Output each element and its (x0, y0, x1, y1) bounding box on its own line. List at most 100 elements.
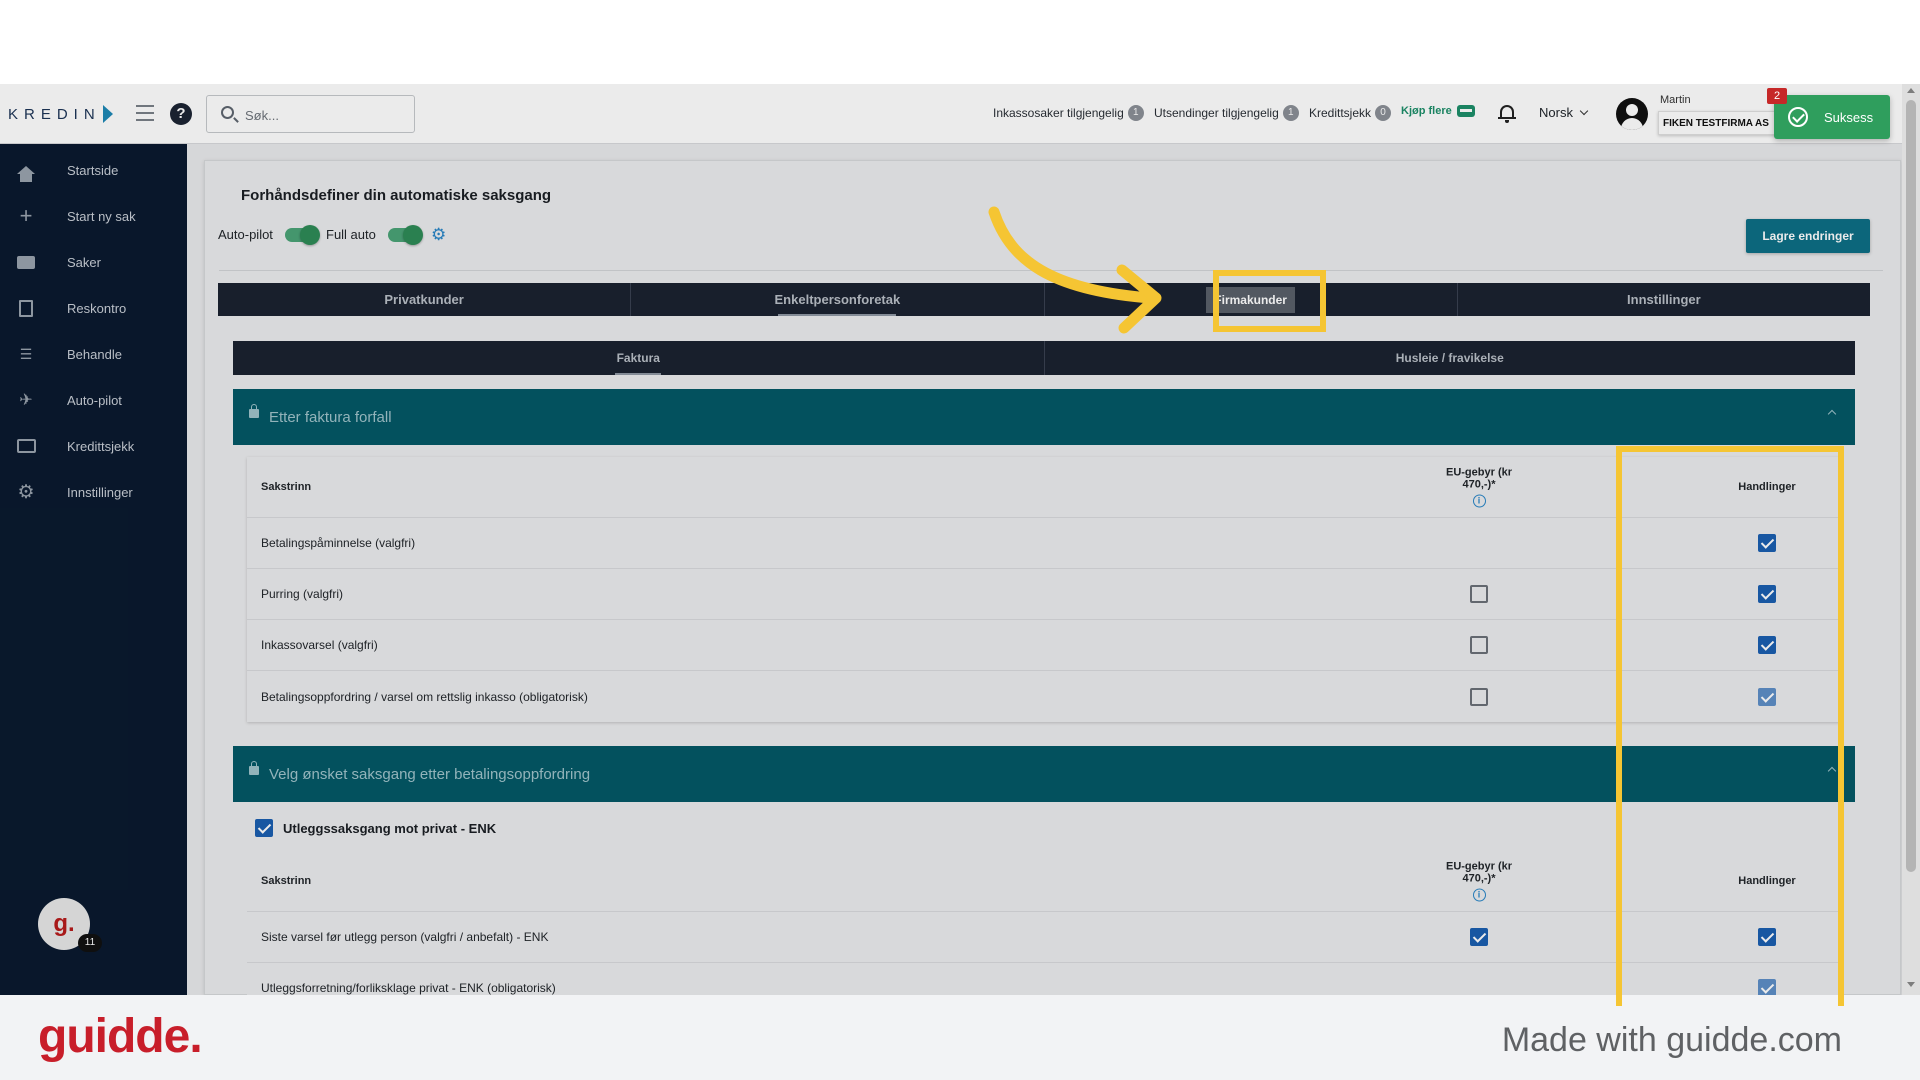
notification-bell-icon[interactable] (1498, 103, 1516, 123)
user-avatar-icon[interactable] (1616, 98, 1648, 130)
utlegg-enk-checkbox[interactable] (255, 819, 273, 837)
eu-fee-checkbox[interactable] (1470, 585, 1488, 603)
stat-mailings: Utsendinger tilgjengelig 1 (1154, 105, 1299, 121)
sidebar-item-kredittsjekk[interactable]: Kredittsjekk (0, 426, 187, 466)
table-header: Sakstrinn EU-gebyr (kr 470,-)* i Handling… (247, 457, 1841, 518)
stat-collection-cases: Inkassosaker tilgjengelig 1 (993, 105, 1144, 121)
lock-icon (249, 404, 259, 418)
scroll-thumb[interactable] (1906, 100, 1916, 872)
autopilot-toggle[interactable] (285, 225, 320, 245)
pointer-arrow-icon (988, 206, 1162, 334)
help-icon[interactable]: ? (170, 103, 192, 125)
stat-count: 0 (1375, 105, 1392, 121)
table-row: Inkassovarsel (valgfri) (247, 620, 1841, 671)
subtab-label: Husleie / fravikelse (1395, 351, 1504, 365)
language-select[interactable]: Norsk (1539, 105, 1589, 120)
section-etter-faktura-forfall[interactable]: Etter faktura forfall (233, 389, 1855, 445)
tab-label: Privatkunder (384, 292, 464, 307)
id-card-icon (16, 436, 36, 456)
tab-label: Innstillinger (1627, 292, 1701, 307)
logo-chevron-icon (102, 105, 113, 123)
fullauto-toggle[interactable] (388, 225, 423, 245)
subtab-label: Faktura (616, 351, 660, 365)
table-header: Sakstrinn EU-gebyr (kr 470,-)* i Handling… (247, 851, 1841, 912)
eu-fee-checkbox[interactable] (1470, 636, 1488, 654)
sidebar-item-startside[interactable]: Startside (0, 150, 187, 190)
step-name: Betalingspåminnelse (valgfri) (261, 536, 416, 550)
sidebar-item-saker[interactable]: Saker (0, 242, 187, 282)
briefcase-icon (16, 252, 36, 272)
tab-label: Enkeltpersonforetak (774, 292, 901, 307)
active-tab-underline (778, 314, 897, 316)
table-row: Betalingspåminnelse (valgfri) (247, 518, 1841, 569)
sidebar-item-auto-pilot[interactable]: ✈ Auto-pilot (0, 380, 187, 420)
sidebar-item-label: Innstillinger (67, 484, 133, 500)
page-title: Forhåndsdefiner din automatiske saksgang (241, 187, 552, 204)
sidebar-item-label: Start ny sak (67, 208, 136, 224)
table-row: Purring (valgfri) (247, 569, 1841, 620)
scroll-up-icon[interactable] (1907, 88, 1915, 93)
highlight-box-handlinger (1616, 446, 1844, 1006)
subtab-faktura[interactable]: Faktura (233, 341, 1045, 375)
sidebar-item-start-ny-sak[interactable]: + Start ny sak (0, 196, 187, 236)
save-changes-button[interactable]: Lagre endringer (1746, 219, 1870, 253)
tab-privatkunder[interactable]: Privatkunder (218, 283, 632, 316)
tab-innstillinger[interactable]: Innstillinger (1458, 283, 1870, 316)
subtab-husleie[interactable]: Husleie / fravikelse (1045, 341, 1856, 375)
toast-label: Suksess (1824, 109, 1874, 125)
sidebar-item-label: Auto-pilot (67, 392, 122, 408)
option-label: Utleggssaksgang mot privat - ENK (283, 820, 497, 836)
scroll-down-icon[interactable] (1907, 982, 1915, 987)
settings-gear-icon[interactable]: ⚙ (431, 226, 449, 244)
chevron-down-icon (1579, 106, 1589, 116)
top-band (0, 0, 1920, 84)
sidebar-item-reskontro[interactable]: Reskontro (0, 288, 187, 328)
hamburger-menu-icon[interactable] (136, 105, 154, 121)
stat-label: Inkassosaker tilgjengelig (993, 106, 1124, 120)
section-saksgang-etter-betalingsoppfordring[interactable]: Velg ønsket saksgang etter betalingsoppf… (233, 746, 1855, 802)
language-label: Norsk (1539, 105, 1573, 120)
sidebar-item-label: Startside (67, 162, 119, 178)
company-selector[interactable]: FIKEN TESTFIRMA AS (1658, 111, 1778, 135)
check-circle-icon (1788, 107, 1808, 127)
page-scrollbar[interactable] (1902, 84, 1920, 995)
credit-card-icon (1456, 105, 1475, 117)
col-header-step: Sakstrinn (261, 875, 312, 887)
user-name: Martin (1660, 94, 1691, 106)
stat-label: Utsendinger tilgjengelig (1154, 106, 1279, 120)
steps-table-enk: Sakstrinn EU-gebyr (kr 470,-)* i Handling… (247, 851, 1841, 995)
kredinor-logo[interactable]: KREDIN (8, 102, 113, 126)
buy-more-link[interactable]: Kjøp flere (1401, 105, 1475, 117)
guidde-logo: guidde. (38, 1010, 203, 1063)
top-header: KREDIN ? Inkassosaker tilgjengelig 1 Uts… (0, 84, 1920, 144)
sidebar-item-label: Kredittsjekk (67, 438, 135, 454)
info-icon[interactable]: i (1472, 494, 1486, 508)
guidde-count-badge: 11 (78, 934, 102, 952)
lock-icon (249, 761, 259, 775)
steps-table: Sakstrinn EU-gebyr (kr 470,-)* i Handling… (247, 457, 1841, 722)
sidebar-item-innstillinger[interactable]: ⚙ Innstillinger (0, 472, 187, 512)
highlight-box-firmakunder (1213, 270, 1326, 332)
sidebar-item-label: Behandle (67, 346, 122, 362)
chevron-up-icon[interactable] (1827, 409, 1837, 419)
airplane-icon: ✈ (19, 392, 33, 409)
buy-more-label: Kjøp flere (1401, 105, 1452, 117)
step-name: Siste varsel før utlegg person (valgfri … (261, 930, 549, 944)
sidebar-item-label: Reskontro (67, 300, 127, 316)
search-input[interactable] (245, 105, 405, 125)
eu-fee-checkbox[interactable] (1470, 928, 1488, 946)
section-title: Etter faktura forfall (269, 408, 392, 426)
stat-label: Kredittsjekk (1309, 106, 1372, 120)
autopilot-label: Auto-pilot (218, 227, 273, 242)
table-row: Siste varsel før utlegg person (valgfri … (247, 912, 1841, 963)
search-box[interactable] (206, 95, 415, 133)
eu-fee-checkbox[interactable] (1470, 687, 1488, 706)
col-header-eu-label: EU-gebyr (kr 470,-)* (1445, 860, 1513, 885)
utlegg-enk-option[interactable]: Utleggssaksgang mot privat - ENK (255, 819, 496, 837)
col-header-eu: EU-gebyr (kr 470,-)* i (1429, 467, 1529, 508)
success-toast: Suksess (1774, 95, 1890, 139)
info-icon[interactable]: i (1472, 888, 1486, 902)
sidebar-item-behandle[interactable]: ☰ Behandle (0, 334, 187, 374)
document-icon (16, 298, 36, 318)
notification-badge: 2 (1767, 88, 1787, 104)
